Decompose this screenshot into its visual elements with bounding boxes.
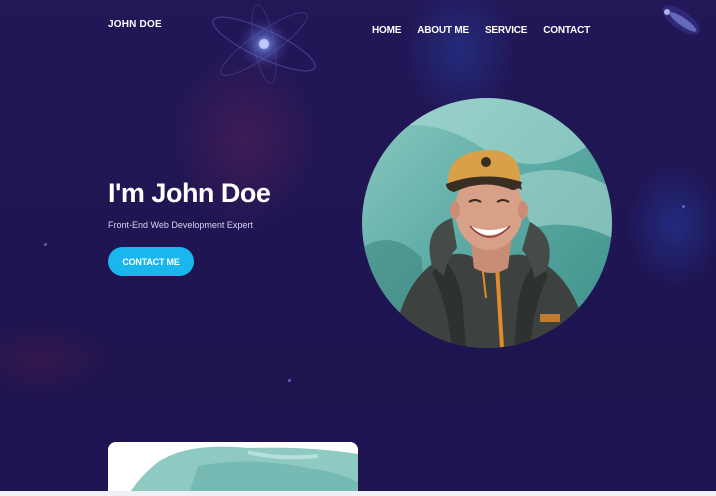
nav-link-about-me[interactable]: ABOUT ME [417,25,469,36]
nav-item-about-me: ABOUT ME [417,20,469,38]
hero-title: I'm John Doe [108,178,271,208]
profile-photo-image [362,98,612,348]
nav-item-contact: CONTACT [543,20,590,38]
nav-link-contact[interactable]: CONTACT [543,25,590,36]
star-decoration [44,243,47,246]
star-decoration [682,205,685,208]
nav-link-service[interactable]: SERVICE [485,25,528,36]
about-photo-image [108,442,358,496]
profile-photo [362,98,612,348]
about-photo-card [108,442,358,496]
brand-logo[interactable]: JOHN DOE [108,19,162,30]
comet-decoration [662,5,700,35]
star-decoration [288,379,291,382]
contact-me-button[interactable]: CONTACT ME [108,247,194,276]
nav-item-service: SERVICE [485,20,528,38]
nav-item-home: HOME [372,20,401,38]
main-nav: HOME ABOUT ME SERVICE CONTACT [372,20,590,38]
hero-subtitle: Front-End Web Development Expert [108,220,253,230]
nav-link-home[interactable]: HOME [372,25,401,36]
atom-planet-decoration [212,4,316,84]
bottom-edge-strip [0,491,716,496]
